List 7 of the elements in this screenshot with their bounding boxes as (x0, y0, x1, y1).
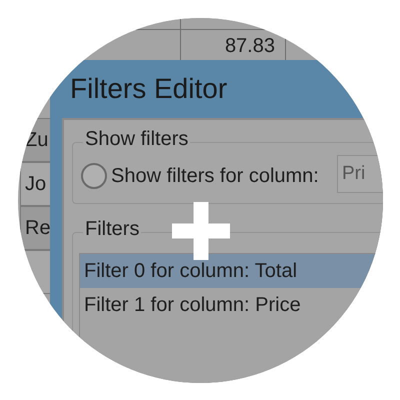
window-title: Filters Editor (70, 72, 228, 106)
crosshair-icon (172, 202, 230, 260)
list-item[interactable]: Filter 1 for column: Price (80, 288, 383, 322)
column-dropdown[interactable]: Pri (337, 155, 383, 193)
radio-label: Show filters for column: (111, 164, 319, 188)
radio-button[interactable] (81, 163, 107, 189)
table-cell: 87.83 (224, 34, 275, 58)
